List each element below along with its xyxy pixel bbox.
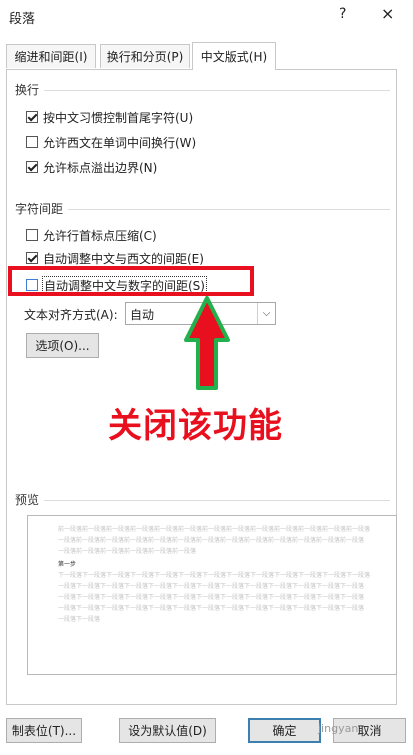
- tab-strip: 缩进和间距(I) 换行和分页(P) 中文版式(H): [6, 42, 406, 70]
- option-label: 允许标点溢出边界(N): [43, 160, 158, 175]
- set-default-button[interactable]: 设为默认值(D): [119, 718, 216, 743]
- preview-prev-line: 前一段落前一段落前一段落前一段落前一段落前一段落前一段落前一段落前一段落前一段落…: [58, 526, 371, 533]
- checkbox[interactable]: [26, 279, 38, 291]
- options-button[interactable]: 选项(O)...: [26, 333, 99, 358]
- tab-indent-spacing[interactable]: 缩进和间距(I): [6, 44, 96, 68]
- section-label-wrap: 换行: [15, 83, 40, 97]
- preview-next-line: 一段落下一段落下一段落下一段落下一段落下一段落下一段落下一段落下一段落下一段落下…: [58, 605, 365, 612]
- option-adjust-cjk-number-spacing[interactable]: 自动调整中文与数字的间距(S): [26, 275, 207, 295]
- section-divider: [68, 209, 390, 210]
- arrow-up-icon: [184, 296, 230, 390]
- option-compress-punctuation[interactable]: 允许行首标点压缩(C): [26, 225, 157, 245]
- annotation-text: 关闭该功能: [108, 406, 283, 446]
- checkbox[interactable]: [26, 252, 38, 264]
- checkbox[interactable]: [26, 111, 38, 123]
- option-label: 按中文习惯控制首尾字符(U): [43, 110, 194, 125]
- help-button[interactable]: ?: [339, 6, 346, 22]
- alignment-label: 文本对齐方式(A):: [24, 308, 118, 322]
- preview-prev-line: 一段落前一段落前一段落前一段落前一段落前一段落前一段落前一段落前一段落前一段落前…: [58, 537, 365, 544]
- checkbox[interactable]: [26, 136, 38, 148]
- option-western-word-wrap[interactable]: 允许西文在单词中间换行(W): [26, 132, 196, 152]
- preview-prev-line: 一段落前一段落前一段落前一段落前一段落前一段落: [58, 548, 197, 555]
- section-divider: [44, 90, 390, 91]
- alignment-value: 自动: [130, 308, 155, 322]
- option-chinese-first-last[interactable]: 按中文习惯控制首尾字符(U): [26, 107, 193, 127]
- checkbox[interactable]: [26, 229, 38, 241]
- preview-pane: 前一段落前一段落前一段落前一段落前一段落前一段落前一段落前一段落前一段落前一段落…: [27, 515, 397, 675]
- tab-asian-typography[interactable]: 中文版式(H): [192, 42, 276, 70]
- watermark: jingyan: [318, 722, 359, 735]
- section-label-preview: 预览: [15, 493, 40, 507]
- preview-next-line: 一段落下一段落下一段落下一段落下一段落下一段落下一段落下一段落下一段落下一段落下…: [58, 594, 365, 601]
- close-button[interactable]: ×: [381, 4, 394, 23]
- tab-stops-button[interactable]: 制表位(T)...: [6, 718, 82, 743]
- title-bar: 段落 ? ×: [0, 0, 413, 34]
- option-punctuation-overflow[interactable]: 允许标点溢出边界(N): [26, 157, 157, 177]
- preview-sample-text: 第一步: [58, 561, 77, 568]
- preview-next-line: 一段落下一段落下一段落下一段落下一段落下一段落下一段落下一段落下一段落下一段落下…: [58, 583, 365, 590]
- option-adjust-cjk-latin-spacing[interactable]: 自动调整中文与西文的间距(E): [26, 248, 204, 268]
- preview-next-line: 一段落下一段落: [58, 616, 101, 623]
- option-label: 允许行首标点压缩(C): [43, 228, 157, 243]
- preview-next-line: 下一段落下一段落下一段落下一段落下一段落下一段落下一段落下一段落下一段落下一段落…: [58, 572, 371, 579]
- ok-button[interactable]: 确定: [248, 718, 321, 743]
- checkbox[interactable]: [26, 161, 38, 173]
- dialog-title: 段落: [9, 12, 36, 27]
- option-label: 自动调整中文与数字的间距(S): [42, 275, 207, 295]
- chevron-down-icon[interactable]: ⌵: [257, 303, 275, 324]
- paragraph-dialog: 段落 ? × 缩进和间距(I) 换行和分页(P) 中文版式(H) 换行 按中文习…: [0, 0, 413, 755]
- option-label: 自动调整中文与西文的间距(E): [43, 251, 204, 266]
- option-label: 允许西文在单词中间换行(W): [43, 135, 197, 150]
- tab-line-page-breaks[interactable]: 换行和分页(P): [100, 44, 190, 68]
- section-label-spacing: 字符间距: [15, 202, 64, 216]
- section-divider: [44, 500, 390, 501]
